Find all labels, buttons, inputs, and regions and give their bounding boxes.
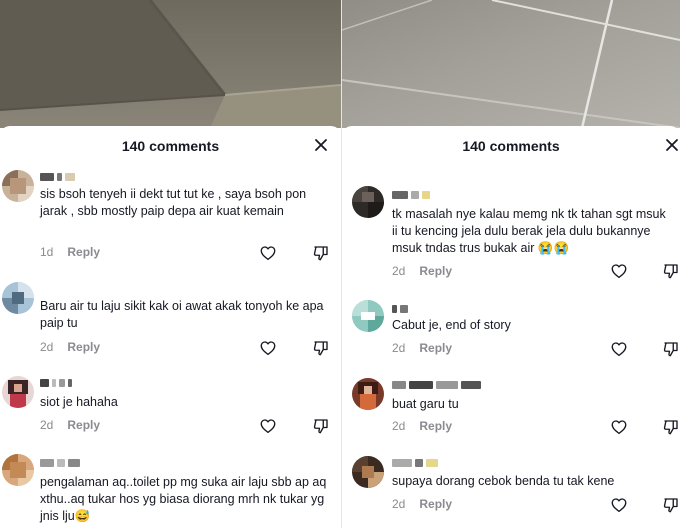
comment-meta: 2d Reply [40, 418, 100, 432]
avatar[interactable] [2, 282, 34, 314]
left-comments-screenshot: 140 comments sis bsoh tenyeh ii dekt tut… [0, 0, 341, 528]
heart-outline-icon[interactable] [610, 496, 628, 514]
comment-meta: 2d Reply [40, 340, 100, 354]
comment-text: siot je hahaha [40, 395, 118, 409]
reply-button[interactable]: Reply [419, 419, 452, 433]
avatar[interactable] [2, 376, 34, 408]
avatar[interactable] [352, 186, 384, 218]
right-comments-screenshot: 140 comments tk masalah nye kalau memg n… [342, 0, 680, 528]
avatar[interactable] [352, 378, 384, 410]
username-blurred[interactable] [392, 190, 430, 200]
heart-outline-icon[interactable] [610, 340, 628, 358]
comment-meta: 2d Reply [392, 497, 452, 511]
username-blurred[interactable] [40, 458, 80, 468]
thumbs-down-icon[interactable] [662, 262, 680, 280]
thumbs-down-icon[interactable] [312, 244, 330, 262]
username-blurred[interactable] [392, 304, 408, 314]
heart-outline-icon[interactable] [259, 417, 277, 435]
comment-meta: 2d Reply [392, 419, 452, 433]
reply-button[interactable]: Reply [419, 497, 452, 511]
comment-meta: 1d Reply [40, 245, 100, 259]
avatar[interactable] [352, 300, 384, 332]
thumbs-down-icon[interactable] [312, 339, 330, 357]
comment-text: Baru air tu laju sikit kak oi awat akak … [40, 299, 324, 330]
heart-outline-icon[interactable] [610, 418, 628, 436]
reply-button[interactable]: Reply [67, 418, 100, 432]
thumbs-down-icon[interactable] [662, 496, 680, 514]
comment-meta: 2d Reply [392, 341, 452, 355]
username-blurred[interactable] [392, 380, 481, 390]
reply-button[interactable]: Reply [67, 340, 100, 354]
close-icon[interactable] [663, 136, 680, 154]
comment-time: 1d [40, 245, 54, 259]
comment-time: 2d [392, 497, 406, 511]
comments-count-title: 140 comments [121, 138, 220, 154]
heart-outline-icon[interactable] [610, 262, 628, 280]
comment-text: Cabut je, end of story [392, 318, 511, 332]
video-backdrop [342, 0, 680, 128]
username-blurred[interactable] [40, 172, 75, 182]
reply-button[interactable]: Reply [419, 341, 452, 355]
comment-text: tk masalah nye kalau memg nk tk tahan sg… [392, 207, 666, 255]
comment-time: 2d [392, 341, 406, 355]
thumbs-down-icon[interactable] [662, 340, 680, 358]
avatar[interactable] [352, 456, 384, 488]
video-backdrop [0, 0, 341, 128]
comment-time: 2d [40, 340, 54, 354]
comment-time: 2d [40, 418, 54, 432]
comments-header: 140 comments [0, 126, 341, 164]
comment-text: buat garu tu [392, 397, 459, 411]
reply-button[interactable]: Reply [67, 245, 100, 259]
thumbs-down-icon[interactable] [312, 417, 330, 435]
heart-outline-icon[interactable] [259, 339, 277, 357]
reply-button[interactable]: Reply [419, 264, 452, 278]
thumbs-down-icon[interactable] [662, 418, 680, 436]
comments-header: 140 comments [342, 126, 680, 164]
comments-count-title: 140 comments [462, 138, 560, 154]
heart-outline-icon[interactable] [259, 244, 277, 262]
comment-time: 2d [392, 264, 406, 278]
comment-time: 2d [392, 419, 406, 433]
close-icon[interactable] [312, 136, 330, 154]
avatar[interactable] [2, 170, 34, 202]
username-blurred[interactable] [392, 458, 438, 468]
username-blurred[interactable] [40, 378, 72, 388]
comment-text: sis bsoh tenyeh ii dekt tut tut ke , say… [40, 187, 307, 218]
comment-text: supaya dorang cebok benda tu tak kene [392, 474, 615, 488]
comment-meta: 2d Reply [392, 264, 452, 278]
comment-text: pengalaman aq..toilet pp mg suka air laj… [40, 475, 327, 523]
avatar[interactable] [2, 454, 34, 486]
